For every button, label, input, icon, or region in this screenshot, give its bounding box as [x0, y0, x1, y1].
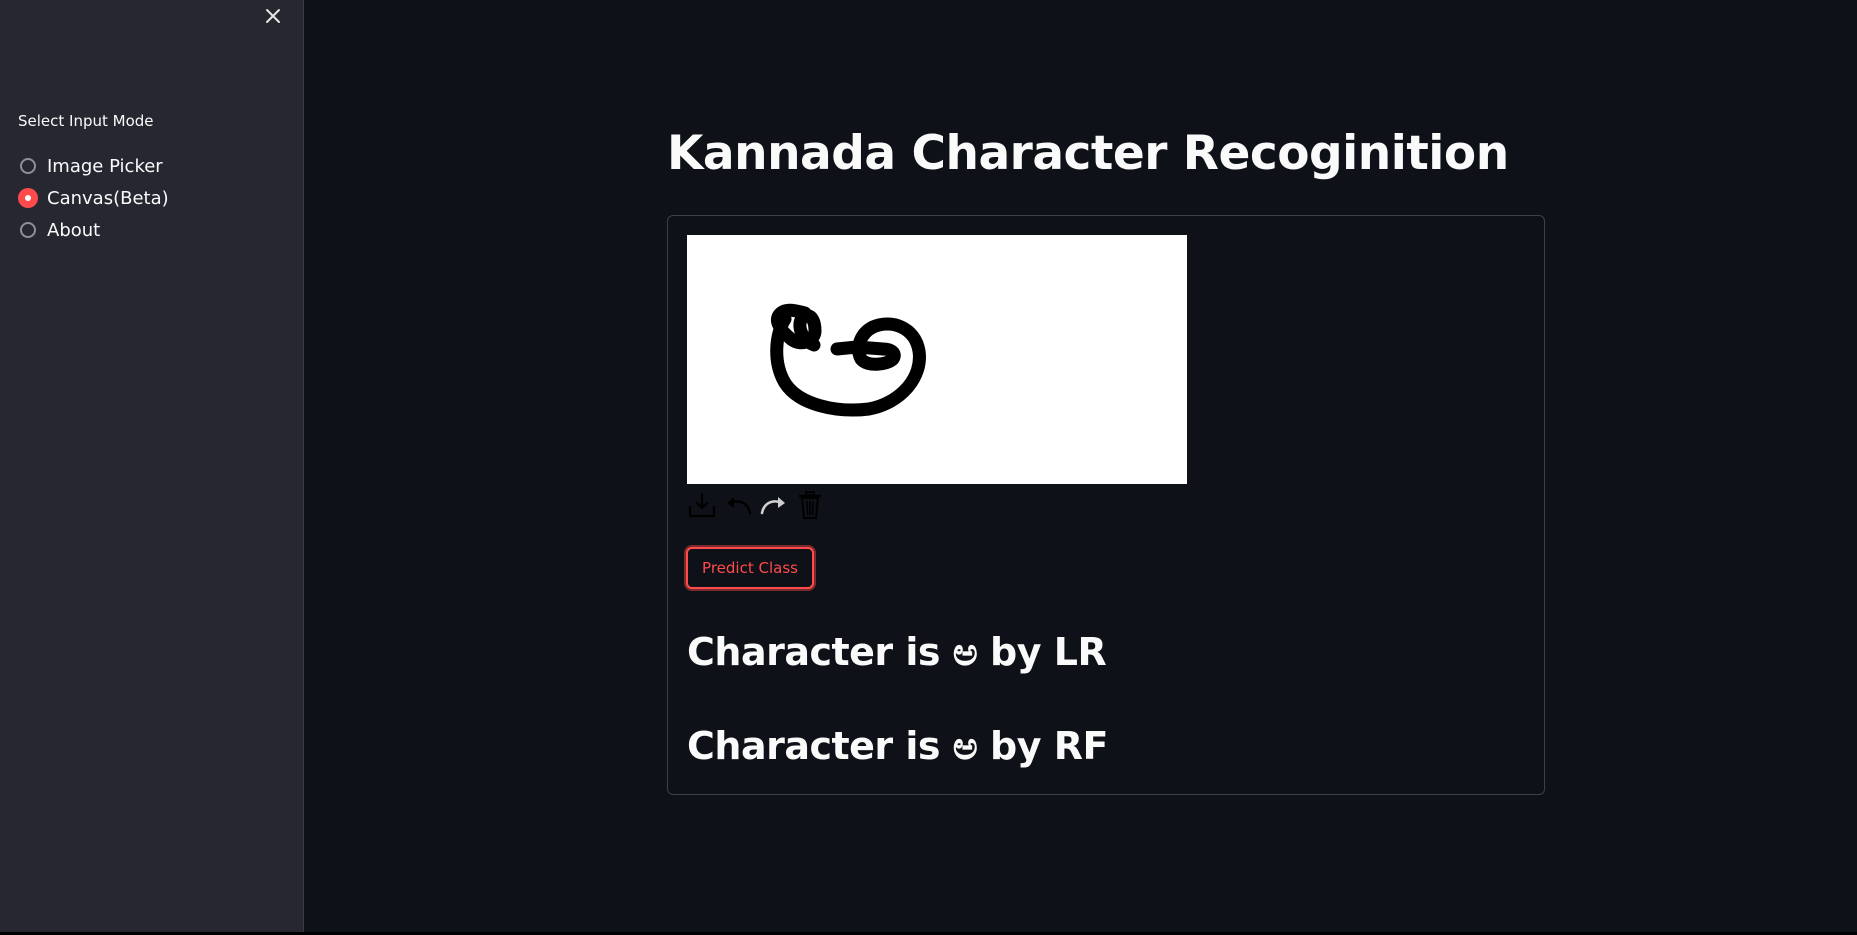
drawing-canvas[interactable] [687, 235, 1187, 484]
radio-label: About [47, 219, 101, 241]
radio-button-unchecked[interactable] [20, 158, 36, 174]
radio-option-canvas[interactable]: Canvas(Beta) [18, 182, 169, 214]
form-container: Predict Class Character is ಅ by LR Chara… [667, 215, 1545, 795]
input-mode-radio-group: Image Picker Canvas(Beta) About [18, 150, 169, 246]
radio-label: Image Picker [47, 155, 163, 177]
canvas-toolbar [686, 489, 830, 521]
close-icon [266, 9, 280, 23]
trash-icon[interactable] [794, 489, 826, 521]
radio-button-checked[interactable] [18, 188, 38, 208]
download-icon[interactable] [686, 489, 718, 521]
page-title: Kannada Character Recoginition [667, 126, 1509, 181]
app: Select Input Mode Image Picker Canvas(Be… [0, 0, 1857, 935]
radio-label: Canvas(Beta) [47, 187, 169, 209]
predict-class-button[interactable]: Predict Class [686, 547, 814, 589]
close-sidebar-button[interactable] [262, 5, 284, 27]
sidebar: Select Input Mode Image Picker Canvas(Be… [0, 0, 304, 932]
input-mode-label: Select Input Mode [18, 112, 154, 130]
redo-icon[interactable] [758, 489, 790, 521]
result-rf: Character is ಅ by RF [687, 724, 1108, 768]
radio-option-image-picker[interactable]: Image Picker [20, 150, 169, 182]
radio-button-unchecked[interactable] [20, 222, 36, 238]
drawn-stroke [770, 303, 926, 417]
radio-option-about[interactable]: About [20, 214, 169, 246]
result-lr: Character is ಅ by LR [687, 630, 1107, 674]
undo-icon[interactable] [722, 489, 754, 521]
